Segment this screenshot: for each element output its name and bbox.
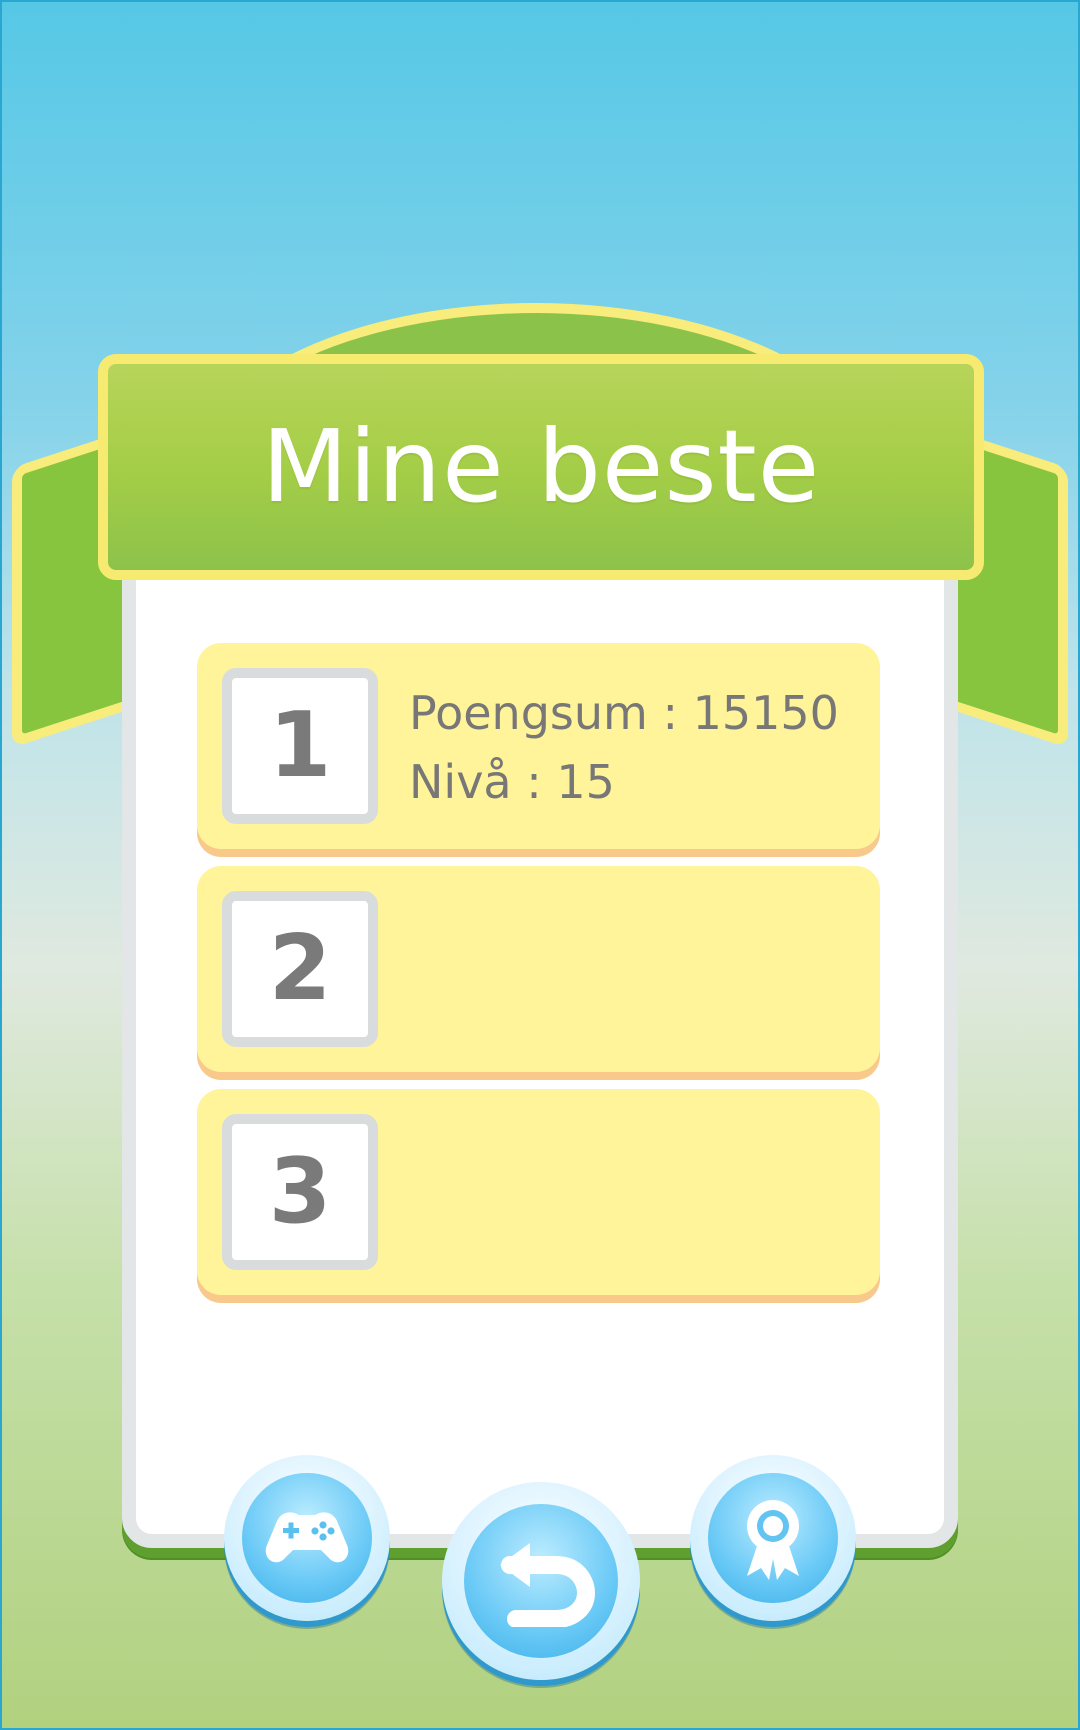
rank-box: 1 xyxy=(222,668,378,824)
score-value: 15150 xyxy=(692,686,839,740)
rank-box: 2 xyxy=(222,891,378,1047)
rank-number: 3 xyxy=(268,1139,332,1244)
page-title: Mine beste xyxy=(261,408,821,525)
games-button[interactable] xyxy=(224,1455,390,1621)
rank-number: 2 xyxy=(268,916,332,1021)
score-row-2: 2 xyxy=(197,866,880,1072)
level-line: Nivå : 15 xyxy=(409,748,839,817)
award-icon xyxy=(735,1492,811,1584)
back-button[interactable] xyxy=(442,1482,640,1680)
score-row-1: 1 Poengsum : 15150 Nivå : 15 xyxy=(197,643,880,849)
achievements-button-face xyxy=(708,1473,838,1603)
score-label: Poengsum : xyxy=(409,686,693,740)
gamepad-icon xyxy=(261,1507,353,1569)
achievements-button[interactable] xyxy=(690,1455,856,1621)
rank-number: 1 xyxy=(268,693,332,798)
back-button-face xyxy=(463,1503,619,1659)
games-button-face xyxy=(242,1473,372,1603)
back-arrow-icon xyxy=(486,1535,596,1627)
level-label: Nivå : xyxy=(409,755,557,809)
score-line: Poengsum : 15150 xyxy=(409,679,839,748)
score-info: Poengsum : 15150 Nivå : 15 xyxy=(409,679,839,817)
level-value: 15 xyxy=(556,755,615,809)
title-banner: Mine beste xyxy=(98,354,984,580)
rank-box: 3 xyxy=(222,1114,378,1270)
score-row-3: 3 xyxy=(197,1089,880,1295)
